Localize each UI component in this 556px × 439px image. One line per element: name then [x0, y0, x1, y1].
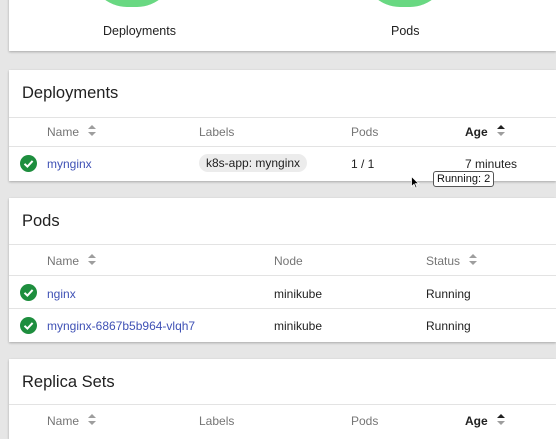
sort-icon: [88, 413, 97, 428]
sort-icon: [88, 253, 97, 268]
pods-tooltip: Running: 2: [433, 171, 495, 187]
divider: [9, 404, 556, 405]
check-icon: [20, 317, 37, 334]
column-header-name[interactable]: Name: [47, 124, 97, 139]
column-header-pods: Pods: [351, 414, 379, 428]
pods-card-title: Pods: [22, 212, 60, 230]
pod-status: Running: [426, 319, 471, 333]
sort-icon: [88, 124, 97, 139]
divider: [9, 146, 556, 147]
divider: [9, 275, 556, 276]
pods-card: Pods Name Node Status nginx minikube Run…: [9, 198, 556, 342]
replica-sets-card: Replica Sets Name Labels Pods Age: [9, 359, 556, 439]
column-header-name[interactable]: Name: [47, 253, 97, 268]
column-header-node: Node: [274, 254, 303, 268]
sort-ascending-icon: [497, 124, 506, 139]
column-header-age[interactable]: Age: [465, 124, 506, 139]
column-header-age[interactable]: Age: [465, 413, 506, 428]
column-header-status[interactable]: Status: [426, 253, 478, 268]
pod-node: minikube: [274, 319, 323, 333]
sort-icon: [469, 253, 478, 268]
column-header-name[interactable]: Name: [47, 413, 97, 428]
replica-sets-card-title: Replica Sets: [22, 373, 115, 391]
pod-name-link[interactable]: nginx: [47, 287, 76, 301]
workload-status-card: Deployments Pods: [9, 0, 556, 51]
deployments-status-chart: [90, 0, 174, 7]
column-header-labels: Labels: [199, 414, 235, 428]
pods-chart-label: Pods: [391, 24, 420, 38]
divider: [9, 244, 556, 245]
sort-ascending-icon: [497, 413, 506, 428]
deployment-name-link[interactable]: mynginx: [47, 157, 92, 171]
check-icon: [20, 284, 37, 301]
column-header-pods: Pods: [351, 125, 379, 139]
pod-node: minikube: [274, 287, 323, 301]
column-header-labels: Labels: [199, 125, 235, 139]
pod-name-link[interactable]: mynginx-6867b5b964-vlqh7: [47, 319, 195, 333]
divider: [9, 117, 556, 118]
divider: [9, 308, 556, 309]
pods-count: 1 / 1: [351, 157, 375, 171]
mouse-cursor-icon: [411, 175, 420, 194]
deployments-card-title: Deployments: [22, 84, 119, 102]
deployments-chart-label: Deployments: [103, 24, 176, 38]
pods-status-chart: [363, 0, 447, 7]
age-value: 7 minutes: [465, 157, 518, 171]
pod-status: Running: [426, 287, 471, 301]
check-icon: [20, 155, 37, 172]
label-chip: k8s-app: mynginx: [199, 154, 308, 172]
deployments-card: Deployments Name Labels Pods Age mynginx…: [9, 70, 556, 181]
